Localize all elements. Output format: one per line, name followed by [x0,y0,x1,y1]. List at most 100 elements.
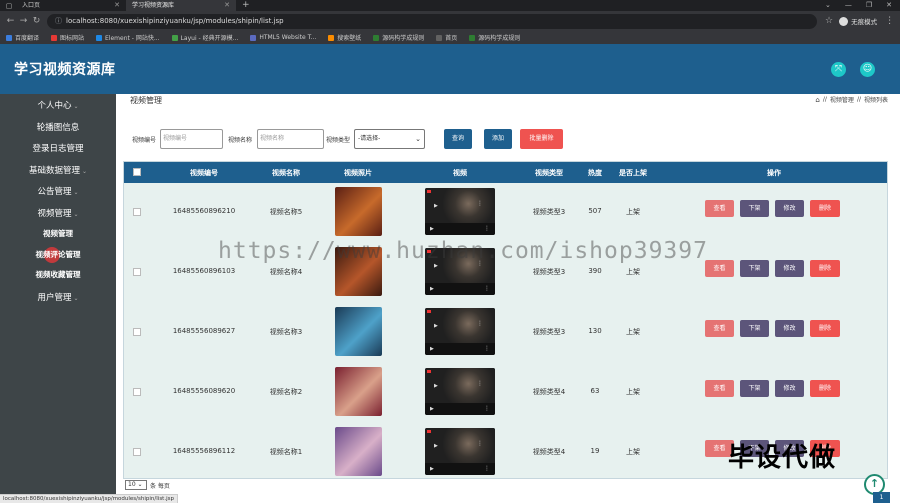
table-row: 16485556089620 视频名称2 ▶ ⋮ ▶ ⋮ 视频类型4 63 上架 查看 下架 修改 删除 [124,364,887,423]
forward-icon[interactable]: → [17,16,30,26]
star-icon[interactable]: ☆ [825,16,833,26]
bookmark-item[interactable]: HTML5 Website T... [250,34,316,41]
back-icon[interactable]: ← [4,16,17,26]
row-checkbox[interactable] [133,268,141,276]
view-button[interactable]: 查看 [705,260,734,277]
play-icon[interactable]: ▶ [434,203,438,209]
fullscreen-icon[interactable]: ⤧ [831,61,846,77]
more-menu-icon[interactable]: ⋮ [477,200,483,207]
delete-button[interactable]: 删除 [810,320,840,337]
more-menu-icon[interactable]: ⋮ [484,345,490,352]
code-input[interactable]: 视频编号 [160,129,223,149]
more-menu-icon[interactable]: ⋮ [477,440,483,447]
delete-button[interactable]: 删除 [810,380,840,397]
close-icon[interactable]: ✕ [114,0,120,11]
play-icon[interactable]: ▶ [430,466,434,472]
more-menu-icon[interactable]: ⋮ [484,225,490,232]
info-icon[interactable]: ⓘ [55,17,62,25]
reload-icon[interactable]: ↻ [30,16,43,26]
edit-button[interactable]: 修改 [775,380,804,397]
view-button[interactable]: 查看 [705,320,734,337]
sidebar-item[interactable]: 个人中心 ⌄ [0,99,116,111]
video-player[interactable]: ▶ ⋮ ▶ ⋮ [425,188,495,235]
bookmark-favicon-icon [250,34,257,41]
cell-heat: 507 [588,207,602,215]
sidebar-item-label: 登录日志管理 [32,144,84,154]
video-player[interactable]: ▶ ⋮ ▶ ⋮ [425,428,495,475]
bookmark-favicon-icon [469,34,476,41]
play-icon[interactable]: ▶ [430,286,434,292]
bookmark-item[interactable]: Element - 网站快... [96,33,160,42]
sidebar: 个人中心 ⌄ 轮播图信息登录日志管理基础数据管理 ⌄ 公告管理 ⌄ 视频管理 ⌄ 视频管理视频评… [0,94,116,503]
unlist-button[interactable]: 下架 [740,380,769,397]
batch-delete-button[interactable]: 批量删除 [520,129,563,149]
play-icon[interactable]: ▶ [430,406,434,412]
play-icon[interactable]: ▶ [430,226,434,232]
close-icon[interactable]: ✕ [886,0,892,11]
sidebar-subitem[interactable]: 视频管理 [0,228,116,239]
sidebar-item[interactable]: 登录日志管理 [0,142,116,154]
bookmark-item[interactable]: 百度翻译 [6,33,39,42]
row-checkbox[interactable] [133,388,141,396]
row-checkbox[interactable] [133,448,141,456]
bookmark-item[interactable]: Layui - 经典开源模... [171,33,238,42]
breadcrumb-item[interactable]: 视频管理 [830,95,854,104]
view-button[interactable]: 查看 [705,200,734,217]
more-menu-icon[interactable]: ⋮ [484,465,490,472]
chevron-down-icon[interactable]: ⌄ [825,0,831,11]
view-button[interactable]: 查看 [705,380,734,397]
sidebar-item[interactable]: 基础数据管理 ⌄ [0,164,116,176]
bookmark-item[interactable]: 搜索壁纸 [328,33,361,42]
more-menu-icon[interactable]: ⋮ [885,16,894,26]
more-menu-icon[interactable]: ⋮ [484,285,490,292]
unlist-button[interactable]: 下架 [740,200,769,217]
delete-button[interactable]: 删除 [810,200,840,217]
unlist-button[interactable]: 下架 [740,260,769,277]
cell-code: 16485556896112 [172,447,236,455]
type-select[interactable]: -请选择- ⌄ [354,129,425,149]
edit-button[interactable]: 修改 [775,320,804,337]
restore-icon[interactable]: ❐ [866,0,872,11]
delete-button[interactable]: 删除 [810,260,840,277]
sidebar-subitem[interactable]: 视频收藏管理 [0,269,116,280]
sidebar-item[interactable]: 视频管理 ⌄ [0,207,116,219]
bookmark-item[interactable]: 首页 [436,33,457,42]
close-icon[interactable]: ✕ [224,0,230,11]
row-checkbox[interactable] [133,208,141,216]
sidebar-subitem[interactable]: 视频评论管理 [0,249,116,260]
sidebar-item[interactable]: 公告管理 ⌄ [0,185,116,197]
more-menu-icon[interactable]: ⋮ [484,405,490,412]
tab-search-icon[interactable]: ▢ [4,1,14,11]
bookmark-item[interactable]: 图标网站 [51,33,84,42]
play-icon[interactable]: ▶ [434,323,438,329]
sidebar-item[interactable]: 轮播图信息 [0,121,116,133]
new-tab-button[interactable]: + [236,0,256,11]
bookmark-item[interactable]: 源码构学成规则 [373,33,424,42]
page-size-select[interactable]: 10 ⌄ [125,480,147,490]
more-menu-icon[interactable]: ⋮ [477,320,483,327]
row-checkbox[interactable] [133,328,141,336]
browser-tab-active[interactable]: 学习视频资源库 ✕ [126,0,236,11]
play-icon[interactable]: ▶ [430,346,434,352]
edit-button[interactable]: 修改 [775,260,804,277]
home-icon[interactable]: ⌂ [815,96,819,104]
video-player[interactable]: ▶ ⋮ ▶ ⋮ [425,368,495,415]
app-title: 学习视频资源库 [14,62,116,78]
user-icon[interactable]: ☺ [860,61,875,77]
minimize-icon[interactable]: — [845,0,852,11]
url-input[interactable]: ⓘ localhost:8080/xuexishipinziyuanku/jsp/… [47,13,817,29]
play-icon[interactable]: ▶ [434,383,438,389]
more-menu-icon[interactable]: ⋮ [477,380,483,387]
bookmark-item[interactable]: 源码构学成规则 [469,33,520,42]
browser-tab-entry[interactable]: 入口页 ✕ [16,0,126,11]
name-input[interactable]: 视频名称 [257,129,324,149]
unlist-button[interactable]: 下架 [740,320,769,337]
play-icon[interactable]: ▶ [434,443,438,449]
query-button[interactable]: 查询 [444,129,472,149]
incognito-profile[interactable]: 无痕模式 [839,16,877,26]
edit-button[interactable]: 修改 [775,200,804,217]
add-button[interactable]: 添加 [484,129,512,149]
select-all-checkbox[interactable] [133,168,141,176]
video-player[interactable]: ▶ ⋮ ▶ ⋮ [425,308,495,355]
sidebar-item[interactable]: 用户管理 ⌄ [0,291,116,303]
